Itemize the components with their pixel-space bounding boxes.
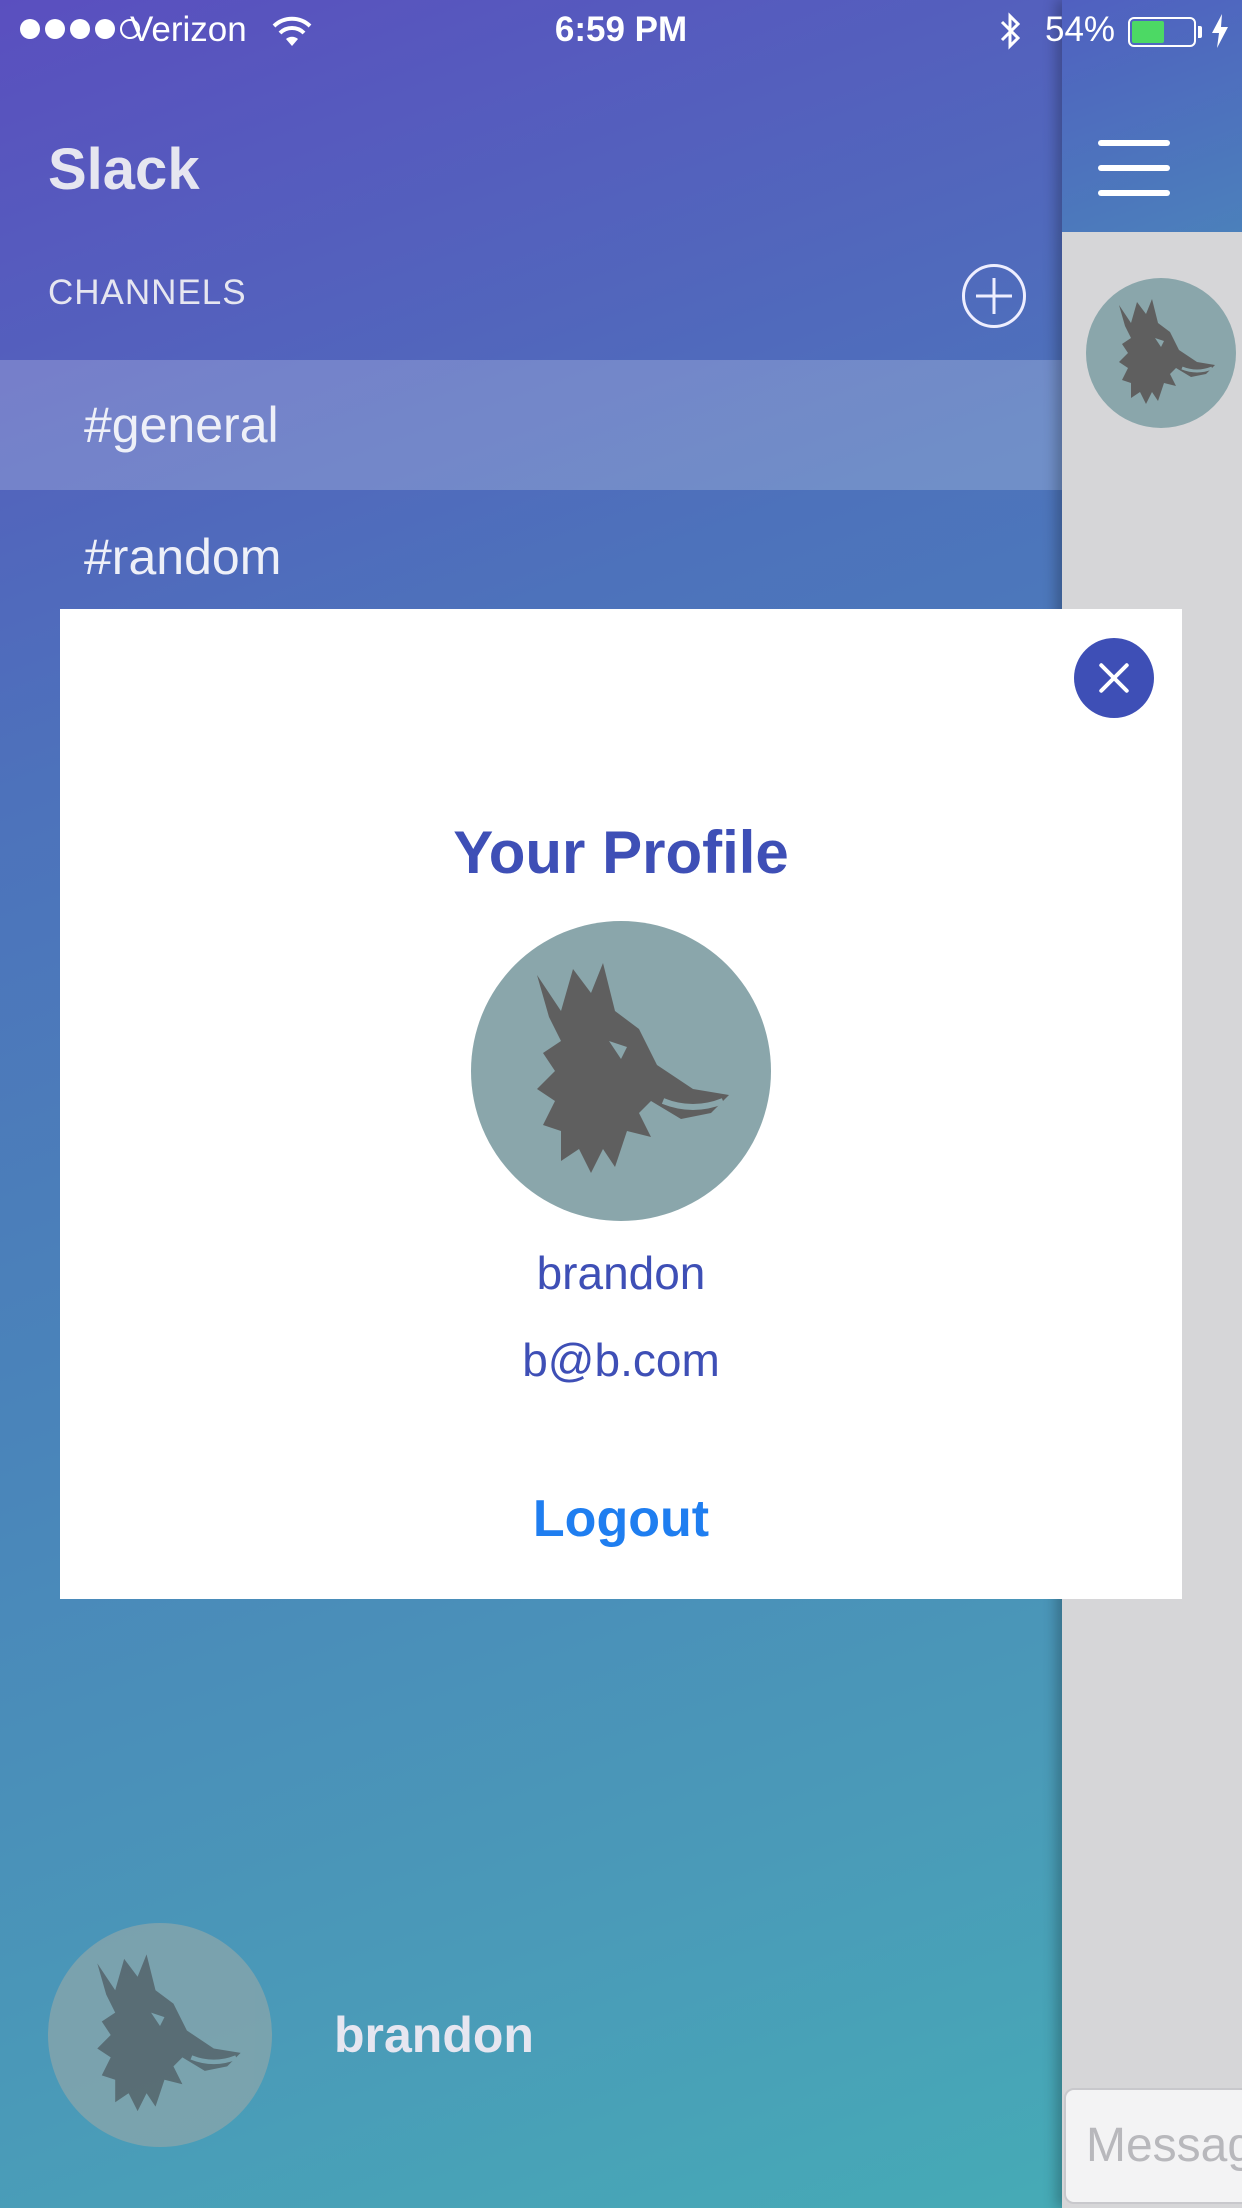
modal-title: Your Profile (453, 819, 789, 886)
profile-modal: Your Profile brandon b@b.com Logout (60, 609, 1182, 1599)
profile-name: brandon (536, 1247, 706, 1299)
message-input[interactable]: Message (1064, 2088, 1242, 2204)
user-avatar[interactable] (48, 1923, 272, 2147)
user-name[interactable]: brandon (334, 2006, 534, 2064)
channel-item-general[interactable]: #general (0, 360, 1062, 490)
status-bar: Verizon 6:59 PM 54% (0, 0, 1242, 62)
close-icon[interactable] (1074, 638, 1154, 718)
add-channel-button[interactable] (962, 264, 1026, 328)
battery-percent: 54% (1045, 10, 1116, 49)
profile-avatar (471, 921, 771, 1221)
logout-button[interactable]: Logout (471, 1479, 771, 1559)
battery-fill (1132, 21, 1165, 43)
battery-tip (1198, 26, 1202, 38)
bolt-icon (1212, 14, 1228, 48)
battery-icon (1128, 17, 1196, 47)
wolf-avatar-icon (537, 963, 729, 1173)
app-screen: Verizon 6:59 PM 54% Slack CHANNELS #gene… (0, 0, 1242, 2208)
profile-email: b@b.com (522, 1334, 720, 1386)
hamburger-icon[interactable] (1098, 140, 1170, 196)
bluetooth-icon (1000, 12, 1021, 50)
wolf-avatar-icon (97, 1954, 241, 2112)
channel-item-random[interactable]: #random (0, 492, 1062, 622)
wolf-avatar-icon (1119, 299, 1215, 404)
message-avatar (1086, 278, 1236, 428)
app-title: Slack (48, 137, 200, 202)
channels-heading: CHANNELS (48, 273, 247, 312)
